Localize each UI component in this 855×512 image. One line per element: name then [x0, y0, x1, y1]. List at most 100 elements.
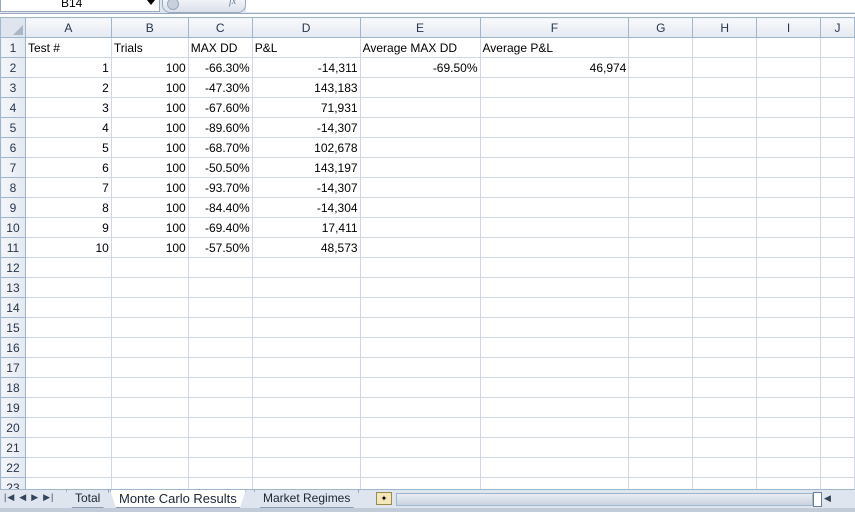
cell-e10[interactable]	[359, 217, 481, 238]
cell-f15[interactable]	[479, 317, 630, 338]
cell-j10[interactable]	[819, 217, 855, 238]
row-header[interactable]: 4	[0, 97, 26, 118]
cell-j21[interactable]	[819, 437, 855, 458]
cell-h12[interactable]	[692, 257, 758, 278]
row-header[interactable]: 18	[0, 377, 26, 398]
cell-i18[interactable]	[756, 377, 821, 398]
cell-h18[interactable]	[692, 377, 758, 398]
cell-j8[interactable]	[819, 177, 855, 198]
row-header[interactable]: 11	[0, 237, 26, 258]
cell-b15[interactable]	[110, 317, 189, 338]
cell-b17[interactable]	[110, 357, 189, 378]
cell-a16[interactable]	[24, 337, 112, 358]
cell-h10[interactable]	[692, 217, 758, 238]
cell-h4[interactable]	[692, 97, 758, 118]
cell-i11[interactable]	[756, 237, 821, 258]
cell-d2[interactable]: -14,311	[251, 57, 361, 78]
cell-h15[interactable]	[692, 317, 758, 338]
cell-e17[interactable]	[359, 357, 481, 378]
cell-d10[interactable]: 17,411	[251, 217, 361, 238]
cell-b19[interactable]	[110, 397, 189, 418]
cell-g6[interactable]	[628, 137, 694, 158]
cell-b8[interactable]: 100	[110, 177, 189, 198]
insert-sheet-icon[interactable]: ✦	[376, 492, 392, 505]
cell-g3[interactable]	[628, 77, 694, 98]
cell-h2[interactable]	[692, 57, 758, 78]
cell-e22[interactable]	[359, 457, 481, 478]
cell-b22[interactable]	[110, 457, 189, 478]
cell-c15[interactable]	[187, 317, 253, 338]
cell-d20[interactable]	[251, 417, 361, 438]
cell-j22[interactable]	[819, 457, 855, 478]
cell-g4[interactable]	[628, 97, 694, 118]
row-header[interactable]: 20	[0, 417, 26, 438]
cell-b9[interactable]: 100	[110, 197, 189, 218]
cell-a9[interactable]: 8	[24, 197, 112, 218]
cell-f17[interactable]	[479, 357, 630, 378]
cell-d7[interactable]: 143,197	[251, 157, 361, 178]
row-header[interactable]: 7	[0, 157, 26, 178]
cell-e8[interactable]	[359, 177, 481, 198]
cell-b4[interactable]: 100	[110, 97, 189, 118]
cell-j11[interactable]	[819, 237, 855, 258]
column-header-b[interactable]: B	[110, 17, 189, 38]
formula-input[interactable]	[246, 0, 855, 12]
cell-c17[interactable]	[187, 357, 253, 378]
cell-g2[interactable]	[628, 57, 694, 78]
cell-e6[interactable]	[359, 137, 481, 158]
cell-c21[interactable]	[187, 437, 253, 458]
row-header[interactable]: 17	[0, 357, 26, 378]
cell-f22[interactable]	[479, 457, 630, 478]
horizontal-scrollbar[interactable]	[396, 493, 813, 506]
cell-f5[interactable]	[479, 117, 630, 138]
cell-i13[interactable]	[756, 277, 821, 298]
cell-d13[interactable]	[251, 277, 361, 298]
cell-h1[interactable]	[692, 37, 758, 58]
cell-i19[interactable]	[756, 397, 821, 418]
cell-g22[interactable]	[628, 457, 694, 478]
cell-d15[interactable]	[251, 317, 361, 338]
row-header[interactable]: 12	[0, 257, 26, 278]
cell-g13[interactable]	[628, 277, 694, 298]
row-header[interactable]: 15	[0, 317, 26, 338]
cell-a17[interactable]	[24, 357, 112, 378]
cell-h8[interactable]	[692, 177, 758, 198]
cell-e19[interactable]	[359, 397, 481, 418]
cell-b18[interactable]	[110, 377, 189, 398]
column-header-e[interactable]: E	[359, 17, 481, 38]
cell-c2[interactable]: -66.30%	[187, 57, 253, 78]
cell-h3[interactable]	[692, 77, 758, 98]
row-header[interactable]: 6	[0, 137, 26, 158]
cell-i4[interactable]	[756, 97, 821, 118]
cell-b12[interactable]	[110, 257, 189, 278]
cell-j14[interactable]	[819, 297, 855, 318]
cell-c11[interactable]: -57.50%	[187, 237, 253, 258]
cell-a8[interactable]: 7	[24, 177, 112, 198]
row-header[interactable]: 19	[0, 397, 26, 418]
cell-j18[interactable]	[819, 377, 855, 398]
cell-d11[interactable]: 48,573	[251, 237, 361, 258]
cell-f19[interactable]	[479, 397, 630, 418]
cell-g18[interactable]	[628, 377, 694, 398]
cell-j13[interactable]	[819, 277, 855, 298]
cell-j16[interactable]	[819, 337, 855, 358]
cell-f16[interactable]	[479, 337, 630, 358]
cell-a5[interactable]: 4	[24, 117, 112, 138]
cell-b1[interactable]: Trials	[110, 37, 189, 58]
cell-j12[interactable]	[819, 257, 855, 278]
cell-e2[interactable]: -69.50%	[359, 57, 481, 78]
formula-bar-resize-handle[interactable]	[167, 0, 179, 10]
cell-f1[interactable]: Average P&L	[479, 37, 630, 58]
column-header-a[interactable]: A	[24, 17, 112, 38]
cell-a22[interactable]	[24, 457, 112, 478]
cell-j6[interactable]	[819, 137, 855, 158]
row-header[interactable]: 10	[0, 217, 26, 238]
cell-d16[interactable]	[251, 337, 361, 358]
cell-e21[interactable]	[359, 437, 481, 458]
row-header[interactable]: 22	[0, 457, 26, 478]
cell-b5[interactable]: 100	[110, 117, 189, 138]
cell-e14[interactable]	[359, 297, 481, 318]
cell-b20[interactable]	[110, 417, 189, 438]
cell-e7[interactable]	[359, 157, 481, 178]
cell-g20[interactable]	[628, 417, 694, 438]
